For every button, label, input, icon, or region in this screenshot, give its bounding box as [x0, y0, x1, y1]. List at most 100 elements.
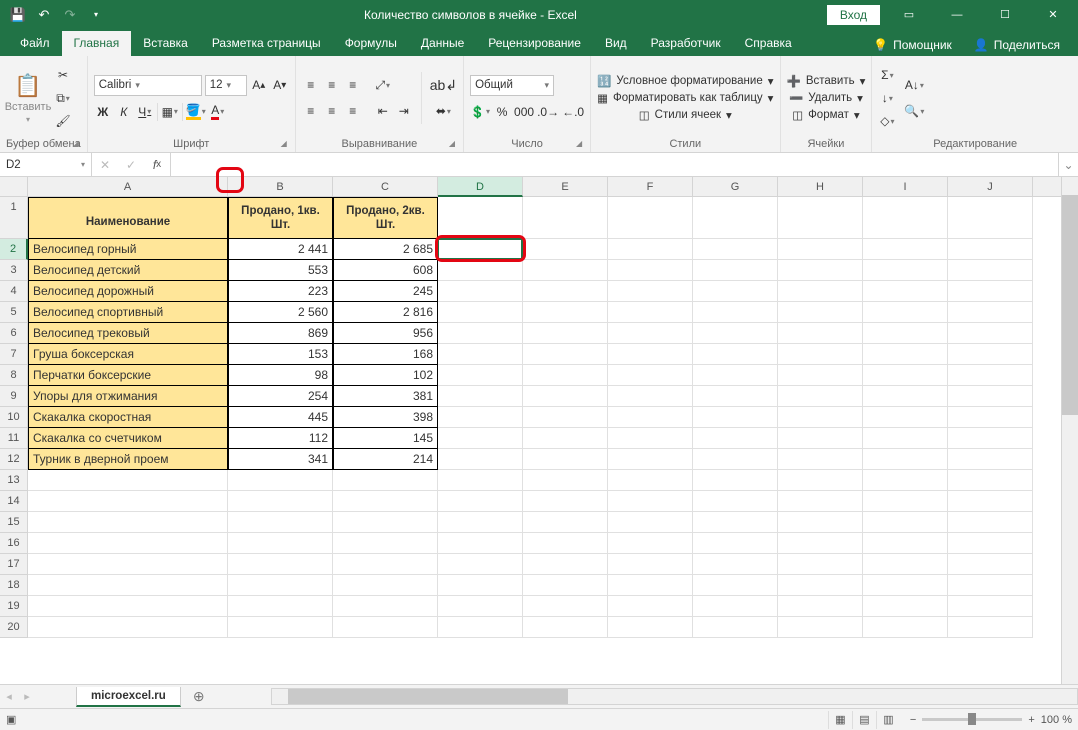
cell[interactable]: Велосипед детский: [28, 260, 228, 281]
column-header[interactable]: A: [28, 177, 228, 196]
cell[interactable]: [863, 197, 948, 239]
cell[interactable]: [778, 428, 863, 449]
tab-page-layout[interactable]: Разметка страницы: [200, 31, 333, 56]
fill-color-button[interactable]: 🪣▾: [186, 102, 206, 122]
cell[interactable]: [863, 470, 948, 491]
cell[interactable]: [948, 260, 1033, 281]
cell[interactable]: [608, 281, 693, 302]
cell[interactable]: 153: [228, 344, 333, 365]
cell[interactable]: [438, 407, 523, 428]
comma-format-button[interactable]: 000: [514, 102, 534, 122]
cell[interactable]: [228, 491, 333, 512]
cell[interactable]: 2 685: [333, 239, 438, 260]
cell[interactable]: [948, 512, 1033, 533]
cell[interactable]: [523, 554, 608, 575]
cell[interactable]: [438, 197, 523, 239]
redo-button[interactable]: ↷: [58, 3, 82, 27]
cell[interactable]: [608, 344, 693, 365]
cell[interactable]: [693, 386, 778, 407]
cell[interactable]: [693, 512, 778, 533]
cell[interactable]: [608, 197, 693, 239]
cell[interactable]: [523, 428, 608, 449]
cell[interactable]: [948, 533, 1033, 554]
row-header[interactable]: 4: [0, 281, 28, 302]
cell[interactable]: [228, 533, 333, 554]
cell[interactable]: [948, 365, 1033, 386]
cell[interactable]: [523, 281, 608, 302]
cell[interactable]: [608, 239, 693, 260]
cell[interactable]: [863, 302, 948, 323]
cell[interactable]: [863, 386, 948, 407]
tab-formulas[interactable]: Формулы: [333, 31, 409, 56]
cell[interactable]: [438, 470, 523, 491]
column-header[interactable]: E: [523, 177, 608, 196]
cell[interactable]: [693, 302, 778, 323]
cell[interactable]: [523, 470, 608, 491]
number-format-combo[interactable]: Общий▾: [470, 75, 554, 96]
vertical-scrollbar[interactable]: [1061, 177, 1078, 684]
cell[interactable]: Велосипед дорожный: [28, 281, 228, 302]
italic-button[interactable]: К: [115, 102, 133, 122]
cell[interactable]: [438, 302, 523, 323]
wrap-text-button[interactable]: ab↲: [430, 75, 457, 95]
column-header[interactable]: G: [693, 177, 778, 196]
cell[interactable]: 2 441: [228, 239, 333, 260]
cell[interactable]: [948, 281, 1033, 302]
sort-filter-button[interactable]: A↓▾: [904, 75, 924, 95]
cell[interactable]: [948, 197, 1033, 239]
expand-formula-bar-button[interactable]: ⌄: [1058, 153, 1078, 176]
cell[interactable]: [523, 344, 608, 365]
cell[interactable]: [948, 302, 1033, 323]
cell[interactable]: [608, 575, 693, 596]
maximize-button[interactable]: ☐: [986, 0, 1024, 29]
cell[interactable]: [608, 260, 693, 281]
column-header[interactable]: D: [438, 177, 523, 197]
horizontal-scrollbar[interactable]: [271, 688, 1078, 705]
cell[interactable]: [523, 365, 608, 386]
percent-format-button[interactable]: %: [493, 102, 511, 122]
row-header[interactable]: 6: [0, 323, 28, 344]
cancel-formula-button[interactable]: ✕: [92, 153, 118, 176]
qat-customize-button[interactable]: ▾: [84, 3, 108, 27]
cell[interactable]: [28, 617, 228, 638]
cell[interactable]: [693, 260, 778, 281]
cell[interactable]: 112: [228, 428, 333, 449]
worksheet-grid[interactable]: ABCDEFGHIJ 12345678910111213141516171819…: [0, 177, 1078, 684]
cell[interactable]: [608, 617, 693, 638]
cell[interactable]: [693, 428, 778, 449]
cell[interactable]: 102: [333, 365, 438, 386]
row-header[interactable]: 11: [0, 428, 28, 449]
cell[interactable]: [948, 344, 1033, 365]
cell[interactable]: [948, 470, 1033, 491]
cell[interactable]: [438, 596, 523, 617]
cell[interactable]: Упоры для отжимания: [28, 386, 228, 407]
cell[interactable]: [608, 365, 693, 386]
cell[interactable]: [333, 554, 438, 575]
cell[interactable]: [778, 512, 863, 533]
cell[interactable]: [523, 386, 608, 407]
cell[interactable]: [608, 470, 693, 491]
cell[interactable]: [863, 323, 948, 344]
cell[interactable]: [863, 239, 948, 260]
cell[interactable]: [228, 470, 333, 491]
align-bottom-button[interactable]: ≡: [344, 75, 362, 95]
fill-button[interactable]: ↓▾: [878, 88, 896, 108]
cell[interactable]: [608, 491, 693, 512]
cell[interactable]: [438, 260, 523, 281]
tab-help[interactable]: Справка: [733, 31, 804, 56]
cell[interactable]: [693, 554, 778, 575]
cell[interactable]: [438, 554, 523, 575]
column-header[interactable]: I: [863, 177, 948, 196]
cell[interactable]: [778, 260, 863, 281]
cell[interactable]: [28, 575, 228, 596]
cell[interactable]: [693, 239, 778, 260]
cell[interactable]: [228, 575, 333, 596]
cell[interactable]: Велосипед спортивный: [28, 302, 228, 323]
bold-button[interactable]: Ж: [94, 102, 112, 122]
cell[interactable]: [523, 533, 608, 554]
row-header[interactable]: 2: [0, 239, 28, 260]
view-normal-button[interactable]: ▦: [828, 711, 852, 729]
cell[interactable]: [693, 281, 778, 302]
cell[interactable]: [333, 533, 438, 554]
cell[interactable]: [608, 596, 693, 617]
